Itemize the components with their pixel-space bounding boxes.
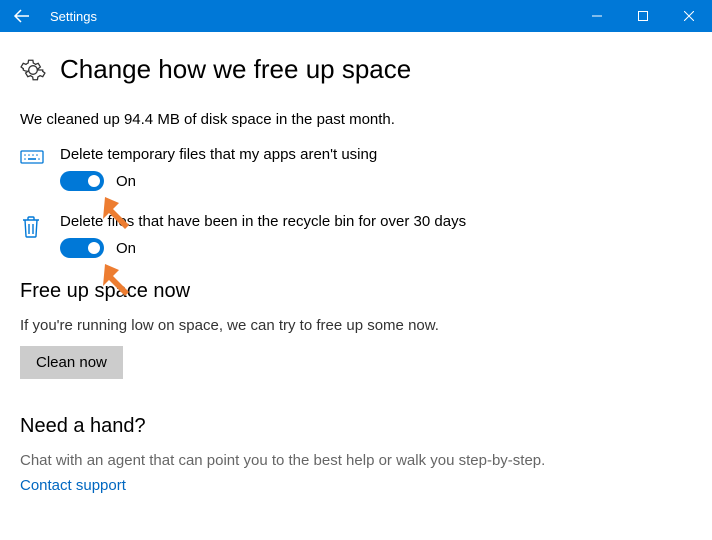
option-temp-files: Delete temporary files that my apps aren… (20, 146, 692, 191)
content-area: Change how we free up space We cleaned u… (0, 32, 712, 494)
gear-icon (20, 57, 46, 83)
recycle-bin-toggle[interactable] (60, 238, 104, 258)
free-up-text: If you're running low on space, we can t… (20, 317, 692, 334)
titlebar: Settings (0, 0, 712, 32)
status-text: We cleaned up 94.4 MB of disk space in t… (20, 111, 692, 128)
window-controls (574, 0, 712, 32)
minimize-icon (592, 11, 602, 21)
page-header: Change how we free up space (20, 54, 692, 85)
close-icon (684, 11, 694, 21)
option-recycle-bin: Delete files that have been in the recyc… (20, 213, 692, 258)
temp-files-state: On (116, 173, 136, 190)
clean-now-button[interactable]: Clean now (20, 346, 123, 379)
free-up-title: Free up space now (20, 280, 692, 303)
page-title: Change how we free up space (60, 54, 411, 85)
maximize-button[interactable] (620, 0, 666, 32)
close-button[interactable] (666, 0, 712, 32)
window-title: Settings (44, 9, 574, 24)
recycle-bin-state: On (116, 240, 136, 257)
help-text: Chat with an agent that can point you to… (20, 452, 692, 469)
trash-icon (20, 215, 44, 242)
maximize-icon (638, 11, 648, 21)
contact-support-link[interactable]: Contact support (20, 477, 692, 494)
temp-files-label: Delete temporary files that my apps aren… (60, 146, 692, 163)
minimize-button[interactable] (574, 0, 620, 32)
recycle-bin-label: Delete files that have been in the recyc… (60, 213, 692, 230)
back-arrow-icon (13, 7, 31, 25)
help-title: Need a hand? (20, 415, 692, 438)
back-button[interactable] (0, 0, 44, 32)
temp-files-toggle[interactable] (60, 171, 104, 191)
keyboard-icon (20, 148, 44, 169)
